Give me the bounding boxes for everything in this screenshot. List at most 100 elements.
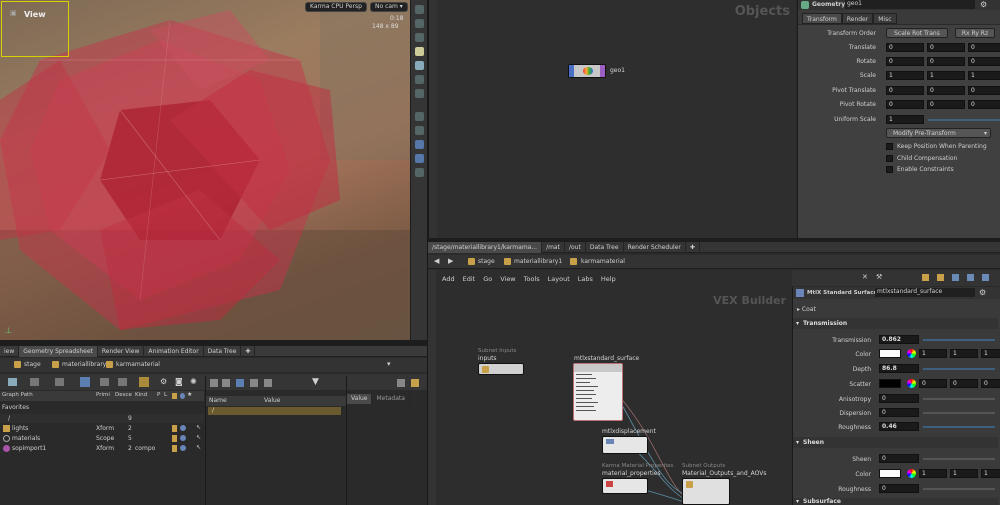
scatter-g[interactable]: 0 (950, 379, 978, 388)
rotate-z[interactable]: 0 (968, 57, 1000, 66)
tab-metadata[interactable]: Metadata (372, 394, 410, 404)
gear-icon[interactable]: ⚙ (979, 288, 986, 297)
vex-builder-network[interactable]: Add Edit Go View Tools Layout Labs Help VEX Bui… (428, 270, 792, 505)
transmission-color-g[interactable]: 1 (950, 349, 978, 358)
gear-icon[interactable]: ⚙ (980, 0, 987, 9)
uniform-scale-slider[interactable] (928, 119, 1000, 121)
background-icon[interactable] (414, 154, 424, 163)
select-arrow-icon[interactable]: ↖ (196, 424, 201, 431)
wrench-icon[interactable]: ⚒ (876, 273, 882, 281)
list-view-icon[interactable] (210, 379, 218, 387)
child-compensation-checkbox[interactable] (886, 155, 893, 162)
lock-icon[interactable] (172, 425, 177, 432)
tab-transform[interactable]: Transform (802, 13, 842, 24)
tab-out[interactable]: /out (565, 242, 586, 253)
table-row[interactable]: sopimport1 Xform 2 compo ↖ (0, 444, 204, 453)
sheen-roughness-slider[interactable] (923, 488, 995, 490)
transmission-color-r[interactable]: 1 (919, 349, 947, 358)
sheen-color-r[interactable]: 1 (919, 469, 947, 478)
display-icon[interactable] (414, 126, 424, 135)
table-icon[interactable] (264, 379, 272, 387)
pivot-rotate-z[interactable]: 0 (968, 100, 1000, 109)
tab-data-tree[interactable]: Data Tree (586, 242, 624, 253)
scale-z[interactable]: 1 (968, 71, 1000, 80)
anisotropy-field[interactable]: 0 (879, 394, 919, 403)
tab-render-scheduler[interactable]: Render Scheduler (624, 242, 686, 253)
visibility-icon[interactable] (180, 435, 186, 441)
translate-z[interactable]: 0 (968, 43, 1000, 52)
tab-geometry-spreadsheet[interactable]: Geometry Spreadsheet (19, 346, 98, 357)
depth-field[interactable]: 86.8 (879, 364, 919, 373)
wireframe-icon[interactable] (414, 75, 424, 84)
transmission-color-swatch[interactable] (879, 349, 901, 358)
col-descendants[interactable]: Desce (115, 392, 132, 398)
col-graph-path[interactable]: Graph Path (2, 392, 33, 398)
col-l[interactable]: L (164, 392, 167, 398)
anisotropy-slider[interactable] (923, 398, 995, 400)
lock-icon[interactable] (172, 435, 177, 442)
horizontal-splitter[interactable] (0, 340, 427, 346)
coat-folder[interactable]: ▸ Coat (797, 306, 816, 313)
tab-view[interactable]: iew (0, 346, 20, 357)
camera-menu[interactable]: No cam ▾ (370, 2, 408, 12)
sheen-field[interactable]: 0 (879, 454, 919, 463)
modify-pre-transform-menu[interactable]: Modify Pre-Transform ▾ (886, 128, 991, 138)
scale-y[interactable]: 1 (927, 71, 965, 80)
color-palette-icon[interactable] (922, 274, 929, 281)
lock-icon[interactable] (172, 445, 177, 452)
scene-path-karmamaterial[interactable]: karmamaterial (116, 361, 160, 368)
tab-render-view[interactable]: Render View (98, 346, 145, 357)
renderer-menu[interactable]: Karma CPU Persp (305, 2, 367, 12)
horizontal-splitter[interactable] (428, 238, 1000, 242)
expand-icon[interactable] (118, 378, 127, 386)
path-dropdown-icon[interactable]: ▾ (387, 360, 391, 368)
subnet-inputs-node[interactable] (478, 363, 524, 375)
layout-icon[interactable] (967, 274, 974, 281)
tab-misc[interactable]: Misc (873, 13, 897, 24)
sheen-color-swatch[interactable] (879, 469, 901, 478)
split-icon[interactable] (250, 379, 258, 387)
grid-icon[interactable] (414, 33, 424, 42)
filter-funnel-icon[interactable]: ▼ (312, 377, 319, 387)
depth-slider[interactable] (923, 368, 995, 370)
tools-icon[interactable]: ✕ (862, 273, 868, 281)
scatter-r[interactable]: 0 (919, 379, 947, 388)
select-icon[interactable] (80, 377, 90, 387)
forward-arrow-icon[interactable]: ▶ (448, 257, 453, 265)
light-icon[interactable]: ✺ (190, 377, 197, 386)
scatter-b[interactable]: 0 (981, 379, 1000, 388)
highlight-icon[interactable] (139, 377, 149, 387)
transmission-section[interactable]: ▾ Transmission (793, 318, 998, 329)
transmission-field[interactable]: 0.862 (879, 335, 919, 344)
tab-animation-editor[interactable]: Animation Editor (144, 346, 204, 357)
select-icon[interactable] (414, 168, 424, 177)
copy-icon[interactable] (411, 379, 419, 387)
color-wheel-icon[interactable] (907, 349, 916, 358)
vertical-splitter[interactable] (427, 0, 428, 505)
col-p[interactable]: P (157, 392, 160, 398)
dispersion-field[interactable]: 0 (879, 408, 919, 417)
collapse-icon[interactable] (30, 378, 39, 386)
add-tab-button[interactable]: ✚ (241, 346, 256, 357)
sheen-color-g[interactable]: 1 (950, 469, 978, 478)
visibility-icon[interactable] (180, 445, 186, 451)
pivot-translate-x[interactable]: 0 (886, 86, 924, 95)
objects-network[interactable]: Objects geo1 (428, 0, 796, 238)
scene-path-materiallibrary1[interactable]: materiallibrary1 (62, 361, 110, 368)
node-name-field[interactable]: geo1 (845, 0, 975, 9)
sheen-slider[interactable] (923, 458, 995, 460)
select-arrow-icon[interactable]: ↖ (196, 444, 201, 451)
back-arrow-icon[interactable]: ◀ (434, 257, 439, 265)
rotate-x[interactable]: 0 (886, 57, 924, 66)
snap-icon[interactable] (414, 112, 424, 121)
visibility-icon[interactable] (180, 425, 186, 431)
pin-icon[interactable] (236, 379, 244, 387)
col-primitive[interactable]: Primi (96, 392, 110, 398)
scene-path-stage[interactable]: stage (24, 361, 41, 368)
scatter-color-swatch[interactable] (879, 379, 901, 388)
standard-surface-node[interactable] (573, 363, 623, 421)
add-tab-button[interactable]: ✚ (686, 242, 700, 253)
settings-icon[interactable]: ⚙ (160, 377, 167, 386)
pivot-rotate-x[interactable]: 0 (886, 100, 924, 109)
dispersion-slider[interactable] (923, 412, 995, 414)
